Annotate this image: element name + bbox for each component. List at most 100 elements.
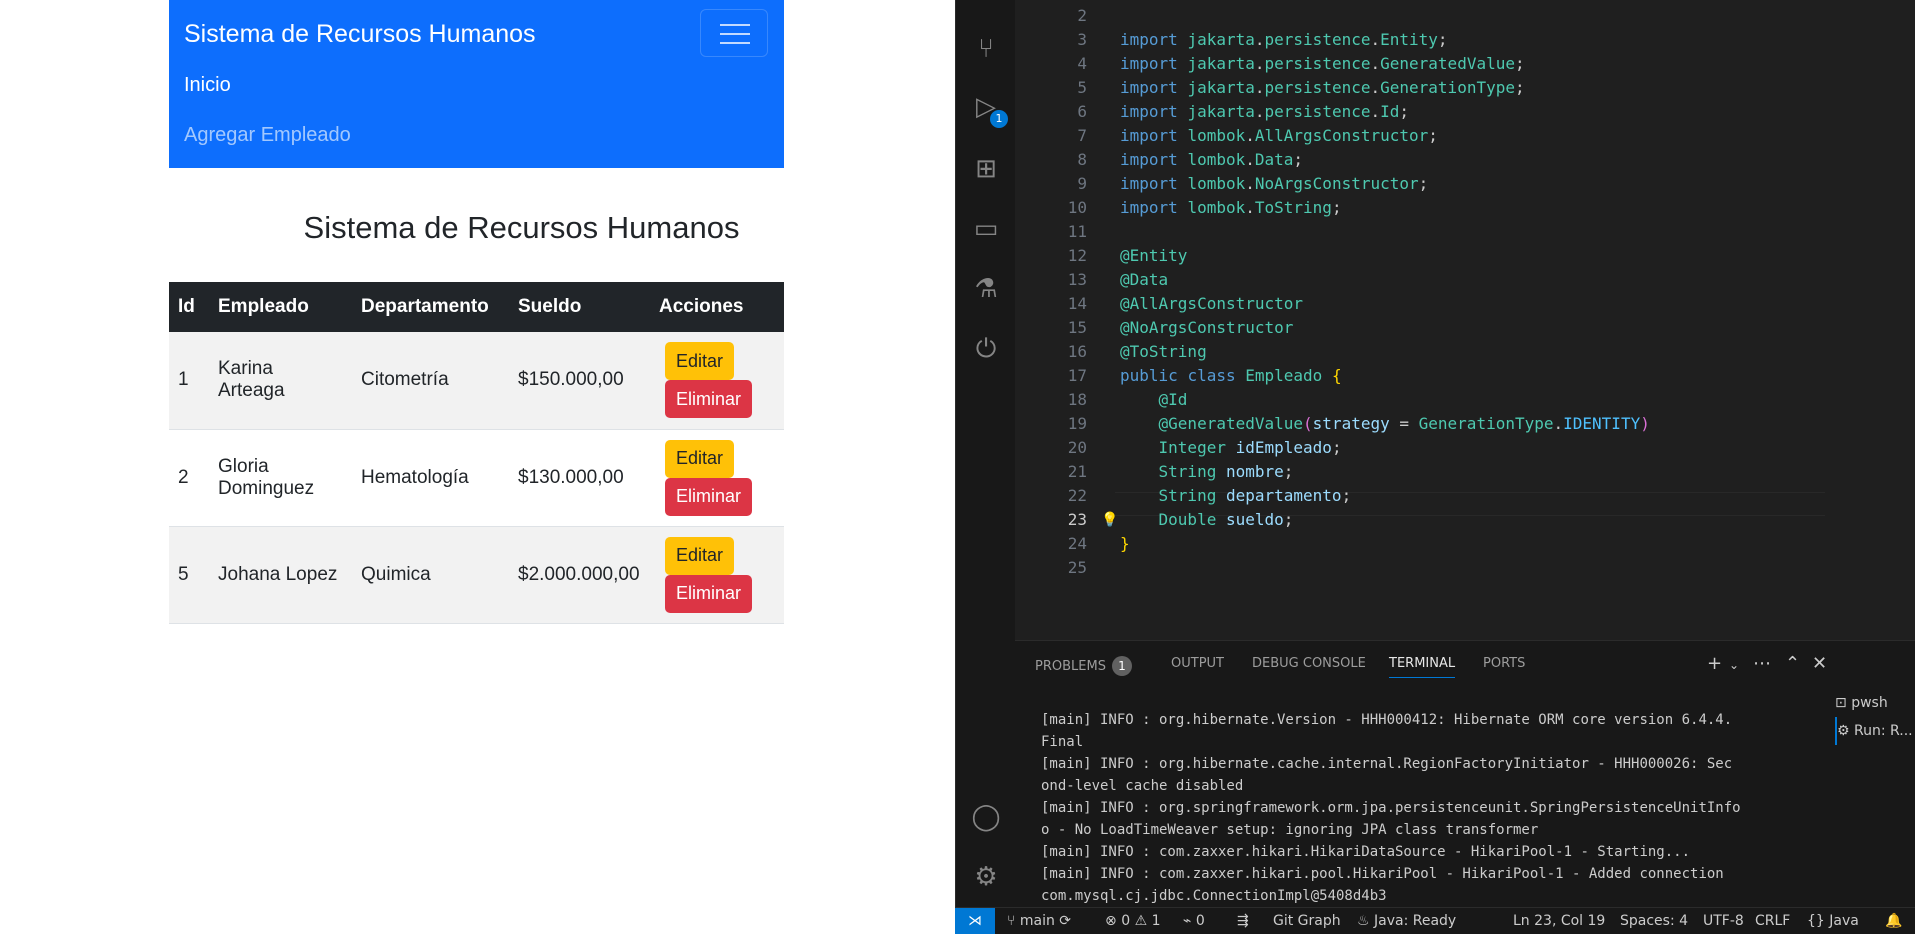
- delete-button[interactable]: Eliminar: [665, 574, 753, 613]
- table-header-row: Id Empleado Departamento Sueldo Acciones: [169, 282, 784, 332]
- navbar-brand[interactable]: Sistema de Recursos Humanos: [184, 20, 536, 49]
- code-line: 24}: [1015, 532, 1915, 556]
- run-debug-badge: 1: [990, 110, 1008, 128]
- line-number: 19: [1067, 414, 1087, 433]
- line-number: 16: [1067, 342, 1087, 361]
- line-number: 22: [1067, 486, 1087, 505]
- code-line: 2: [1015, 4, 1915, 28]
- tab-debug-console[interactable]: DEBUG CONSOLE: [1252, 656, 1366, 671]
- code-text: import lombok.Data;: [1120, 150, 1304, 169]
- cell-id: 2: [169, 429, 209, 527]
- code-line: 16 @ToString: [1015, 340, 1915, 364]
- delete-button[interactable]: Eliminar: [665, 380, 753, 419]
- page-title: Sistema de Recursos Humanos: [303, 210, 740, 245]
- line-number: 13: [1067, 270, 1087, 289]
- encoding[interactable]: UTF-8: [1703, 908, 1744, 934]
- sync-icon: ⟳: [1059, 913, 1072, 929]
- tab-output[interactable]: OUTPUT: [1171, 656, 1224, 671]
- cell-departamento: Hematología: [352, 429, 509, 527]
- line-number: 20: [1067, 438, 1087, 457]
- testing-icon[interactable]: ⚗: [971, 274, 1001, 304]
- header-empleado: Empleado: [209, 282, 352, 332]
- tab-terminal[interactable]: TERMINAL: [1389, 656, 1456, 678]
- employees-table: Id Empleado Departamento Sueldo Acciones…: [169, 282, 784, 624]
- terminal-item-label: Run: R...: [1854, 723, 1913, 739]
- code-text: }: [1120, 534, 1130, 553]
- notifications-icon[interactable]: 🔔: [1885, 908, 1902, 934]
- delete-button[interactable]: Eliminar: [665, 477, 753, 516]
- code-text: Integer idEmpleado;: [1158, 438, 1342, 457]
- extensions-icon[interactable]: ⊞: [971, 154, 1001, 184]
- cursor-position[interactable]: Ln 23, Col 19: [1513, 908, 1605, 934]
- tab-ports[interactable]: PORTS: [1483, 656, 1525, 671]
- code-line: 13 @Data: [1015, 268, 1915, 292]
- code-editor[interactable]: 2 3 import jakarta.persistence.Entity; 4 imp…: [1015, 0, 1915, 640]
- navbar-toggler-button[interactable]: [700, 9, 768, 57]
- navbar: Sistema de Recursos Humanos Inicio Agreg…: [169, 0, 784, 168]
- code-line: 20 Integer idEmpleado;: [1015, 436, 1915, 460]
- remote-indicator-icon[interactable]: ⋊: [955, 908, 995, 934]
- close-panel-icon[interactable]: ✕: [1812, 653, 1827, 674]
- code-text: @Id: [1158, 390, 1188, 409]
- browser-viewport: Sistema de Recursos Humanos Inicio Agreg…: [0, 0, 955, 934]
- line-number: 5: [1077, 78, 1087, 97]
- table-row: 5 Johana Lopez Quimica $2.000.000,00 Edi…: [169, 526, 784, 624]
- indentation[interactable]: Spaces: 4: [1620, 908, 1688, 934]
- edit-button[interactable]: Editar: [665, 342, 735, 381]
- run-icon[interactable]: ⇶: [1237, 908, 1249, 934]
- line-number: 10: [1067, 198, 1087, 217]
- warning-icon: ⚠: [1134, 913, 1152, 929]
- maximize-panel-icon[interactable]: ⌃: [1785, 653, 1800, 674]
- code-text: @Entity: [1120, 246, 1188, 265]
- code-line: 5 import jakarta.persistence.GenerationTy…: [1015, 76, 1915, 100]
- warning-count: 1: [1151, 913, 1161, 929]
- edit-button[interactable]: Editar: [665, 439, 735, 478]
- code-text: String departamento;: [1158, 486, 1352, 505]
- header-departamento: Departamento: [352, 282, 509, 332]
- terminal-item-pwsh[interactable]: ⊡ pwsh: [1835, 689, 1915, 717]
- branch-icon: ⑂: [1007, 913, 1020, 929]
- account-icon[interactable]: ◯: [971, 802, 1001, 832]
- new-terminal-icon[interactable]: +: [1707, 653, 1722, 674]
- line-number: 8: [1077, 150, 1087, 169]
- cell-empleado: Gloria Dominguez: [209, 429, 352, 527]
- cell-departamento: Citometría: [352, 332, 509, 430]
- problems-count-badge: 1: [1111, 656, 1132, 676]
- edit-button[interactable]: Editar: [665, 536, 735, 575]
- git-graph-button[interactable]: Git Graph: [1273, 908, 1341, 934]
- terminal-icon: ⊡: [1835, 695, 1852, 711]
- settings-gear-icon[interactable]: ⚙: [971, 862, 1001, 892]
- terminal-output[interactable]: [main] INFO : org.hibernate.Version - HH…: [1041, 709, 1801, 907]
- terminal-item-run[interactable]: ⚙ Run: R...: [1835, 717, 1915, 745]
- code-line: 4 import jakarta.persistence.GeneratedVal…: [1015, 52, 1915, 76]
- java-status-label: Java: Ready: [1374, 913, 1457, 929]
- code-line: 22 String departamento;: [1015, 484, 1915, 508]
- table-row: 2 Gloria Dominguez Hematología $130.000,…: [169, 429, 784, 527]
- ports-icon: ⌁: [1183, 913, 1196, 929]
- code-text: @AllArgsConstructor: [1120, 294, 1304, 313]
- branch-indicator[interactable]: ⑂ main ⟳: [1007, 908, 1071, 934]
- source-control-icon[interactable]: ⑂: [971, 34, 1001, 64]
- table-row: 1 Karina Arteaga Citometría $150.000,00 …: [169, 332, 784, 430]
- line-ending[interactable]: CRLF: [1755, 908, 1790, 934]
- tab-problems[interactable]: PROBLEMS 1: [1035, 656, 1132, 676]
- line-number: 7: [1077, 126, 1087, 145]
- nav-link-agregar-empleado[interactable]: Agregar Empleado: [184, 124, 351, 147]
- spring-boot-icon[interactable]: ⏻: [971, 334, 1001, 364]
- java-status[interactable]: ♨ Java: Ready: [1357, 908, 1456, 934]
- code-text: String nombre;: [1158, 462, 1294, 481]
- code-line: 14 @AllArgsConstructor: [1015, 292, 1915, 316]
- remote-explorer-icon[interactable]: ▭: [971, 214, 1001, 244]
- hamburger-icon-bar: [720, 42, 750, 44]
- ports-indicator[interactable]: ⌁ 0: [1183, 908, 1205, 934]
- debug-icon: ⚙: [1837, 723, 1855, 739]
- more-actions-icon[interactable]: ⋯: [1753, 653, 1771, 674]
- nav-link-inicio[interactable]: Inicio: [184, 74, 231, 97]
- code-line: 19 @GeneratedValue(strategy = Generation…: [1015, 412, 1915, 436]
- braces-icon: {}: [1807, 913, 1830, 929]
- chevron-down-icon[interactable]: ⌄: [1729, 658, 1739, 672]
- cell-sueldo: $150.000,00: [509, 332, 650, 430]
- problems-indicator[interactable]: ⊗ 0 ⚠ 1: [1105, 908, 1161, 934]
- lightbulb-icon[interactable]: 💡: [1101, 508, 1118, 532]
- language-mode[interactable]: {} Java: [1807, 908, 1859, 934]
